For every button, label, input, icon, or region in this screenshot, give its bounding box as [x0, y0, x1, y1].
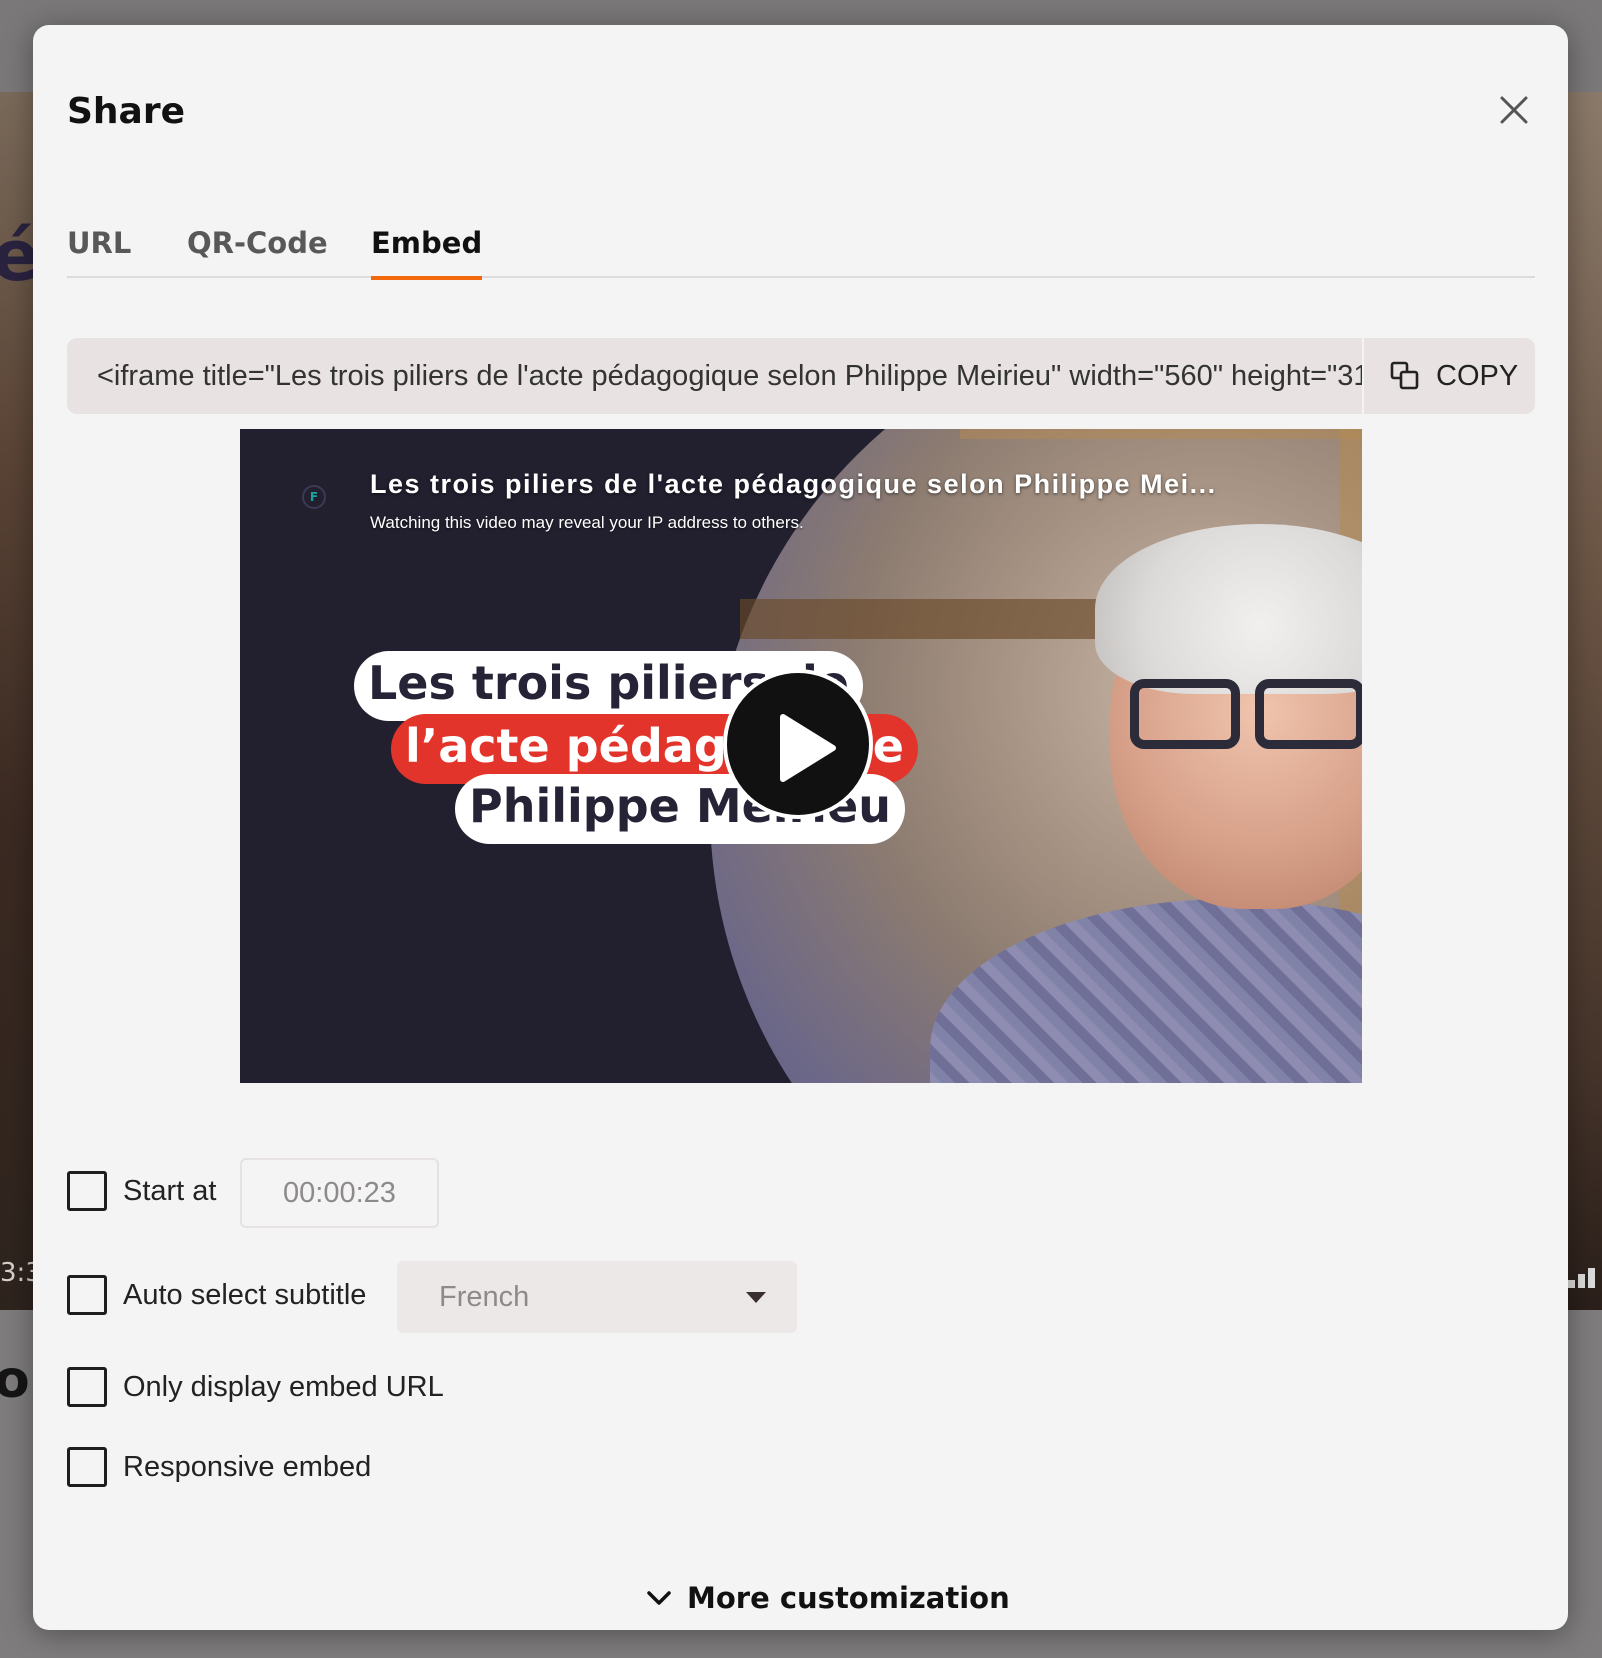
copy-button[interactable]: COPY — [1366, 338, 1535, 414]
copy-icon — [1390, 361, 1419, 390]
chevron-down-icon — [647, 1591, 671, 1605]
embed-code-field: <iframe title="Les trois piliers de l'ac… — [67, 338, 1535, 414]
share-modal: Share URL QR-Code Embed <iframe title="L… — [33, 25, 1568, 1630]
play-button[interactable] — [723, 669, 873, 819]
channel-logo: F — [302, 485, 326, 509]
close-icon — [1500, 96, 1528, 124]
responsive-embed-checkbox[interactable] — [67, 1447, 107, 1487]
copy-button-label: COPY — [1436, 360, 1519, 392]
glasses-left — [1130, 679, 1240, 749]
subtitle-language-value: French — [439, 1281, 530, 1313]
video-title: Les trois piliers de l'acte pédagogique … — [370, 469, 1217, 499]
more-customization-label: More customization — [687, 1581, 1010, 1615]
dropdown-arrow-icon — [746, 1292, 766, 1303]
start-at-label: Start at — [123, 1175, 217, 1207]
responsive-embed-label: Responsive embed — [123, 1451, 372, 1483]
auto-subtitle-label: Auto select subtitle — [123, 1279, 367, 1311]
share-tabs: URL QR-Code Embed — [67, 221, 1535, 280]
start-at-checkbox[interactable] — [67, 1171, 107, 1211]
tab-qr-code[interactable]: QR-Code — [187, 221, 328, 278]
embed-code-input[interactable]: <iframe title="Les trois piliers de l'ac… — [67, 338, 1364, 414]
start-time-input[interactable]: 00:00:23 — [240, 1158, 439, 1228]
glasses-right — [1255, 679, 1362, 749]
only-embed-url-checkbox[interactable] — [67, 1367, 107, 1407]
only-embed-url-label: Only display embed URL — [123, 1371, 444, 1403]
close-button[interactable] — [1489, 85, 1539, 135]
play-icon — [780, 714, 836, 782]
tab-url[interactable]: URL — [67, 221, 131, 278]
embed-video-preview[interactable]: F Les trois piliers de l'acte pédagogiqu… — [240, 429, 1362, 1083]
volume-bars-icon — [1568, 1262, 1602, 1288]
subtitle-language-select[interactable]: French — [397, 1261, 797, 1333]
video-ip-warning: Watching this video may reveal your IP a… — [370, 513, 804, 532]
tab-embed[interactable]: Embed — [371, 221, 483, 280]
auto-subtitle-checkbox[interactable] — [67, 1275, 107, 1315]
modal-title: Share — [67, 91, 186, 132]
